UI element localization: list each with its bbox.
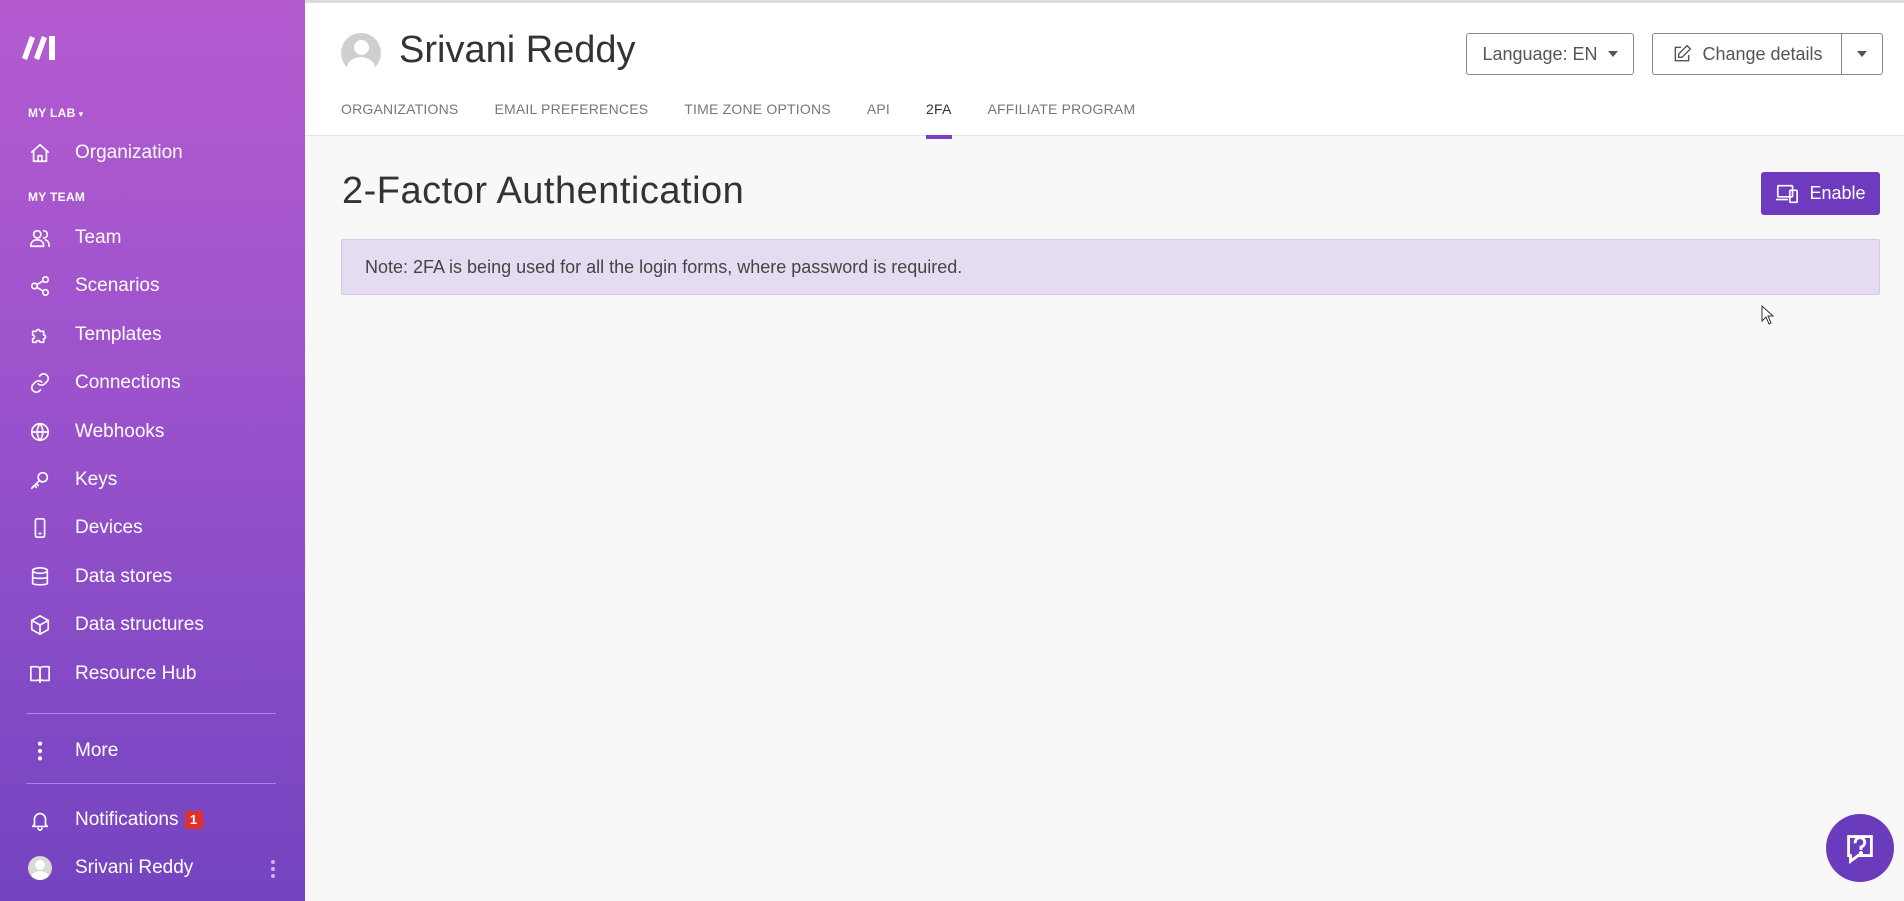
tab-organizations[interactable]: ORGANIZATIONS — [341, 101, 458, 139]
sidebar-item-webhooks[interactable]: Webhooks — [0, 412, 305, 452]
tab-api[interactable]: API — [867, 101, 890, 139]
tab-time-zone-options[interactable]: TIME ZONE OPTIONS — [684, 101, 831, 139]
sidebar-item-label: Data structures — [75, 614, 204, 635]
key-icon — [28, 468, 52, 492]
make-logo-icon[interactable] — [20, 30, 64, 62]
sidebar-item-label: More — [75, 740, 119, 761]
globe-icon — [28, 420, 52, 444]
language-dropdown-button[interactable]: Language: EN — [1466, 33, 1634, 75]
link-icon — [28, 371, 52, 395]
sidebar-item-label: Templates — [75, 324, 162, 345]
tab-2fa[interactable]: 2FA — [925, 101, 952, 139]
sidebar-item-label: Webhooks — [75, 421, 165, 442]
caret-down-icon: ▾ — [78, 109, 84, 119]
more-vertical-icon — [28, 739, 52, 763]
section-my-lab[interactable]: MY LAB ▾ — [28, 106, 83, 120]
sidebar-item-label: Organization — [75, 142, 183, 163]
help-chat-button[interactable] — [1826, 814, 1894, 882]
sidebar-item-devices[interactable]: Devices — [0, 508, 305, 548]
profile-name: Srivani Reddy — [399, 29, 636, 71]
sidebar-item-connections[interactable]: Connections — [0, 363, 305, 403]
caret-down-icon — [1857, 51, 1867, 57]
sidebar-item-label: Resource Hub — [75, 663, 197, 684]
sidebar-item-label: Data stores — [75, 566, 173, 587]
bell-icon — [28, 808, 52, 832]
sidebar-divider — [26, 713, 276, 714]
tab-email-preferences[interactable]: EMAIL PREFERENCES — [494, 101, 648, 139]
sidebar-item-keys[interactable]: Keys — [0, 460, 305, 500]
sidebar-item-scenarios[interactable]: Scenarios — [0, 266, 305, 306]
sidebar-item-label: Devices — [75, 517, 143, 538]
profile-avatar — [341, 33, 381, 73]
notification-badge: 1 — [184, 811, 203, 829]
sidebar-item-label: Scenarios — [75, 275, 160, 296]
sidebar-item-notifications[interactable]: Notifications 1 — [0, 800, 305, 840]
user-menu-kebab-icon[interactable] — [271, 860, 275, 878]
devices-icon — [1776, 184, 1799, 203]
language-label: Language: EN — [1482, 43, 1598, 64]
sidebar-item-label: Connections — [75, 372, 181, 393]
sidebar-item-data-structures[interactable]: Data structures — [0, 605, 305, 645]
user-avatar-icon — [28, 856, 52, 880]
sidebar-item-organization[interactable]: Organization — [0, 133, 305, 173]
sidebar-item-user[interactable]: Srivani Reddy — [0, 848, 305, 888]
sidebar-item-label: Team — [75, 227, 122, 248]
users-icon — [28, 226, 52, 250]
book-icon — [28, 662, 52, 686]
sidebar-user-name: Srivani Reddy — [75, 857, 194, 878]
edit-icon — [1675, 44, 1692, 62]
help-chat-icon — [1847, 835, 1873, 865]
database-icon — [28, 565, 52, 589]
caret-down-icon — [1607, 51, 1618, 57]
enable-label: Enable — [1809, 183, 1866, 203]
share-icon — [28, 274, 52, 298]
cube-icon — [28, 613, 52, 637]
sidebar-item-templates[interactable]: Templates — [0, 315, 305, 355]
change-details-label: Change details — [1702, 43, 1823, 64]
phone-icon — [28, 516, 52, 540]
sidebar-item-more[interactable]: More — [0, 731, 305, 771]
enable-2fa-button[interactable]: Enable — [1761, 172, 1880, 215]
section-my-team: MY TEAM — [28, 190, 86, 204]
change-details-button[interactable]: Change details — [1652, 33, 1842, 75]
profile-tabs: ORGANIZATIONS EMAIL PREFERENCES TIME ZON… — [341, 101, 1171, 139]
sidebar-divider — [26, 783, 276, 784]
change-details-dropdown-toggle[interactable] — [1841, 33, 1883, 75]
sidebar-item-resource-hub[interactable]: Resource Hub — [0, 654, 305, 694]
sidebar-item-label: Keys — [75, 469, 118, 490]
tab-affiliate-program[interactable]: AFFILIATE PROGRAM — [988, 101, 1136, 139]
note-text: Note: 2FA is being used for all the logi… — [365, 256, 963, 277]
page-title: 2-Factor Authentication — [342, 170, 745, 212]
mouse-cursor-icon — [1761, 305, 1775, 325]
home-icon — [28, 141, 52, 165]
puzzle-icon — [28, 323, 52, 347]
profile-header: Srivani Reddy ORGANIZATIONS EMAIL PREFER… — [305, 0, 1904, 139]
info-note: Note: 2FA is being used for all the logi… — [341, 239, 1880, 295]
sidebar-item-label: Notifications — [75, 809, 179, 830]
sidebar-item-data-stores[interactable]: Data stores — [0, 557, 305, 597]
sidebar-item-team[interactable]: Team — [0, 218, 305, 258]
sidebar: MY LAB ▾ Organization MY TEAM Team Scenar… — [0, 0, 305, 901]
